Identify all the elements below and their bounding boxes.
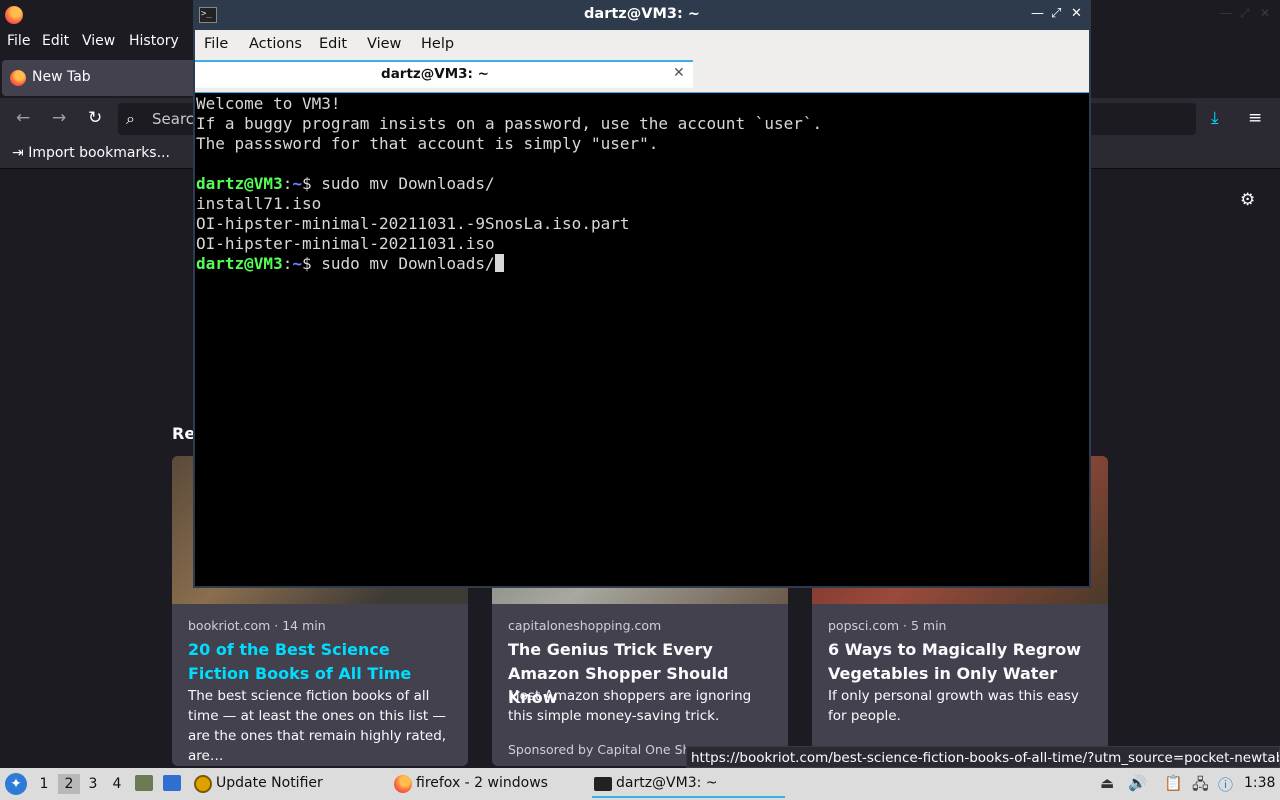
workspace-1[interactable]: 1	[33, 774, 55, 794]
menu-view[interactable]: View	[367, 36, 401, 52]
task-label: firefox - 2 windows	[416, 775, 548, 791]
prompt-separator: :	[282, 254, 293, 273]
tab-label: New Tab	[32, 69, 91, 85]
terminal-window-title: dartz@VM3: ~	[584, 6, 700, 22]
terminal-output-line: If a buggy program insists on a password…	[196, 114, 823, 133]
prompt-separator: :	[282, 174, 293, 193]
close-icon[interactable]: ✕	[1071, 6, 1082, 21]
show-desktop-icon[interactable]	[163, 775, 181, 791]
search-icon: ⌕	[126, 109, 135, 128]
terminal-cursor	[494, 254, 504, 272]
close-tab-icon[interactable]: ✕	[673, 65, 685, 81]
menu-file[interactable]: File	[7, 33, 30, 49]
story-source: capitaloneshopping.com	[508, 618, 662, 633]
menu-help[interactable]: Help	[421, 36, 454, 52]
prompt-dollar: $	[301, 174, 322, 193]
minimize-icon[interactable]: —	[1220, 6, 1232, 20]
terminal-tabbar: dartz@VM3: ~ ✕	[195, 58, 1089, 90]
workspace-3[interactable]: 3	[82, 774, 104, 794]
story-source: popsci.com · 5 min	[828, 618, 947, 633]
taskbar: ✦ 1 2 3 4 Update Notifier firefox - 2 wi…	[0, 768, 1280, 800]
eject-icon[interactable]: ⏏	[1100, 774, 1114, 792]
terminal-output-line: OI-hipster-minimal-20211031.iso	[196, 234, 495, 253]
maximize-icon[interactable]: ⤢	[1051, 6, 1061, 21]
back-icon[interactable]: ←	[16, 108, 30, 128]
sponsored-label: Sponsored by Capital One Sho	[508, 742, 699, 757]
clock: 1:38	[1244, 775, 1276, 791]
menu-edit[interactable]: Edit	[42, 33, 69, 49]
prompt-path: ~	[292, 174, 302, 193]
terminal-icon	[594, 777, 612, 791]
start-menu-icon[interactable]: ✦	[5, 773, 27, 795]
story-description: If only personal growth was this easy fo…	[828, 688, 1079, 724]
story-title[interactable]: 6 Ways to Magically Regrow Vegetables in…	[828, 638, 1096, 686]
terminal-output-line: The passsword for that account is simply…	[196, 134, 659, 153]
tab-new-tab[interactable]: New Tab	[2, 60, 202, 96]
terminal-menubar: File Actions Edit View Help	[195, 30, 1089, 58]
task-terminal[interactable]: dartz@VM3: ~	[592, 770, 785, 798]
recent-activity-heading: Re	[172, 424, 196, 443]
volume-icon[interactable]: 🔊	[1128, 774, 1147, 792]
terminal-output-line: Welcome to VM3!	[196, 94, 341, 113]
terminal-command: sudo mv Downloads/	[321, 174, 495, 193]
task-label: dartz@VM3: ~	[616, 775, 718, 791]
downloads-icon[interactable]: ⤓	[1211, 108, 1219, 128]
task-update-notifier[interactable]: Update Notifier	[192, 770, 382, 798]
file-manager-icon[interactable]	[135, 775, 153, 791]
network-icon[interactable]: 🖧	[1192, 774, 1209, 799]
url-placeholder: Searc	[152, 110, 195, 128]
workspace-4[interactable]: 4	[106, 774, 128, 794]
minimize-icon[interactable]: —	[1031, 6, 1044, 21]
terminal-output-line: OI-hipster-minimal-20211031.-9SnosLa.iso…	[196, 214, 630, 233]
terminal-window: >_ dartz@VM3: ~ — ⤢ ✕ File Actions Edit …	[193, 0, 1091, 588]
terminal-prompt-line: dartz@VM3:~$ sudo mv Downloads/	[196, 254, 504, 274]
terminal-prompt-line: dartz@VM3:~$ sudo mv Downloads/	[196, 174, 495, 194]
reload-icon[interactable]: ↻	[88, 108, 102, 128]
prompt-user: dartz@VM3	[196, 254, 283, 273]
story-title[interactable]: 20 of the Best Science Fiction Books of …	[188, 638, 456, 686]
prompt-path: ~	[292, 254, 302, 273]
link-status-bar: https://bookriot.com/best-science-fictio…	[686, 746, 1280, 768]
menu-view[interactable]: View	[82, 33, 115, 49]
firefox-logo-icon	[5, 6, 23, 24]
terminal-tab[interactable]: dartz@VM3: ~ ✕	[195, 60, 693, 88]
terminal-body: File Actions Edit View Help dartz@VM3: ~…	[195, 30, 1089, 586]
clipboard-icon[interactable]: 📋	[1164, 774, 1183, 792]
import-bookmarks-link[interactable]: ⇥ Import bookmarks...	[12, 145, 170, 161]
close-icon[interactable]: ✕	[1260, 6, 1270, 20]
story-source: bookriot.com · 14 min	[188, 618, 326, 633]
terminal-command: sudo mv Downloads/	[321, 254, 495, 273]
terminal-titlebar[interactable]: >_ dartz@VM3: ~ — ⤢ ✕	[193, 0, 1091, 30]
menu-actions[interactable]: Actions	[249, 36, 302, 52]
maximize-icon[interactable]: ⤢	[1240, 6, 1250, 21]
task-firefox[interactable]: firefox - 2 windows	[392, 770, 582, 798]
terminal-tab-label: dartz@VM3: ~	[381, 66, 489, 82]
task-label: Update Notifier	[216, 775, 323, 791]
terminal-screen[interactable]: Welcome to VM3! If a buggy program insis…	[195, 92, 1089, 586]
menu-history[interactable]: History	[129, 33, 179, 49]
prompt-user: dartz@VM3	[196, 174, 283, 193]
story-description: The best science fiction books of all ti…	[188, 688, 447, 764]
workspace-2[interactable]: 2	[58, 774, 80, 794]
import-bookmarks-label: Import bookmarks...	[28, 145, 170, 161]
hamburger-menu-icon[interactable]: ≡	[1248, 108, 1262, 128]
story-description: Most Amazon shoppers are ignoring this s…	[508, 688, 752, 724]
prompt-dollar: $	[301, 254, 322, 273]
menu-edit[interactable]: Edit	[319, 36, 347, 52]
menu-file[interactable]: File	[204, 36, 228, 52]
firefox-tab-icon	[10, 70, 26, 86]
gear-icon[interactable]: ⚙	[1240, 190, 1255, 210]
terminal-output-line: install71.iso	[196, 194, 322, 213]
firefox-icon	[394, 775, 412, 793]
forward-icon[interactable]: →	[52, 108, 66, 128]
notification-icon[interactable]: ⓘ	[1218, 774, 1233, 795]
update-notifier-icon	[194, 775, 212, 793]
